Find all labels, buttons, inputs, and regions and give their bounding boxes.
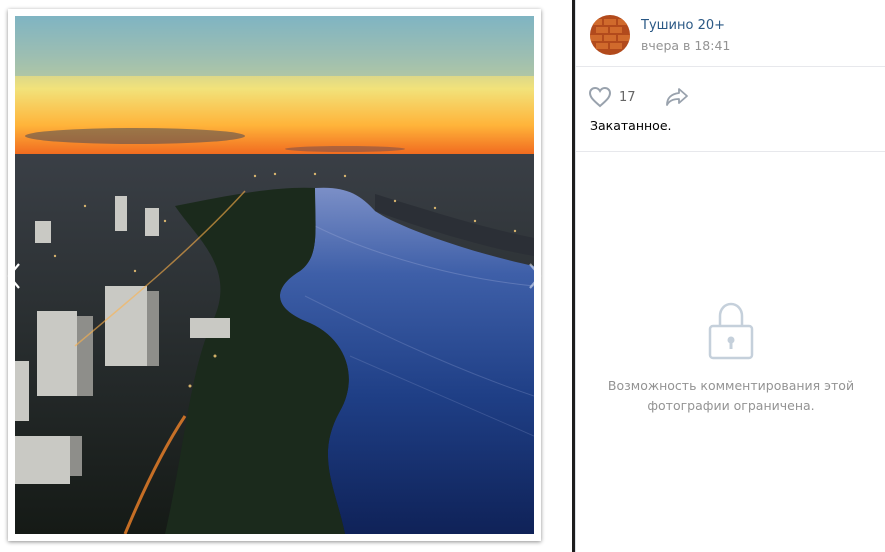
photo-caption: Закатанное. [590, 118, 672, 133]
heart-outline-icon [588, 86, 612, 108]
like-button[interactable]: 17 [588, 86, 636, 108]
prev-photo-button[interactable] [3, 258, 25, 294]
author-block: Тушино 20+ вчера в 18:41 [576, 0, 885, 67]
chevron-right-icon [529, 263, 542, 289]
post-time[interactable]: вчера в 18:41 [641, 38, 730, 53]
lock-icon [708, 302, 754, 360]
comments-closed-line2: фотографии ограничена. [647, 398, 815, 413]
avatar[interactable] [590, 15, 630, 55]
share-button[interactable] [664, 86, 690, 108]
comments-closed-notice: Возможность комментирования этой фотогра… [576, 300, 885, 416]
photo-viewer [0, 0, 572, 552]
like-count: 17 [619, 89, 636, 105]
chevron-left-icon [7, 263, 20, 289]
photo-info-panel: Тушино 20+ вчера в 18:41 17 Закатанное. … [575, 0, 885, 552]
photo-frame [8, 9, 541, 541]
author-name[interactable]: Тушино 20+ [641, 18, 725, 33]
share-arrow-icon [666, 88, 688, 106]
actions-block: 17 Закатанное. [576, 66, 885, 152]
next-photo-button[interactable] [524, 258, 546, 294]
photo[interactable] [15, 16, 534, 534]
comments-closed-line1: Возможность комментирования этой [607, 378, 855, 393]
